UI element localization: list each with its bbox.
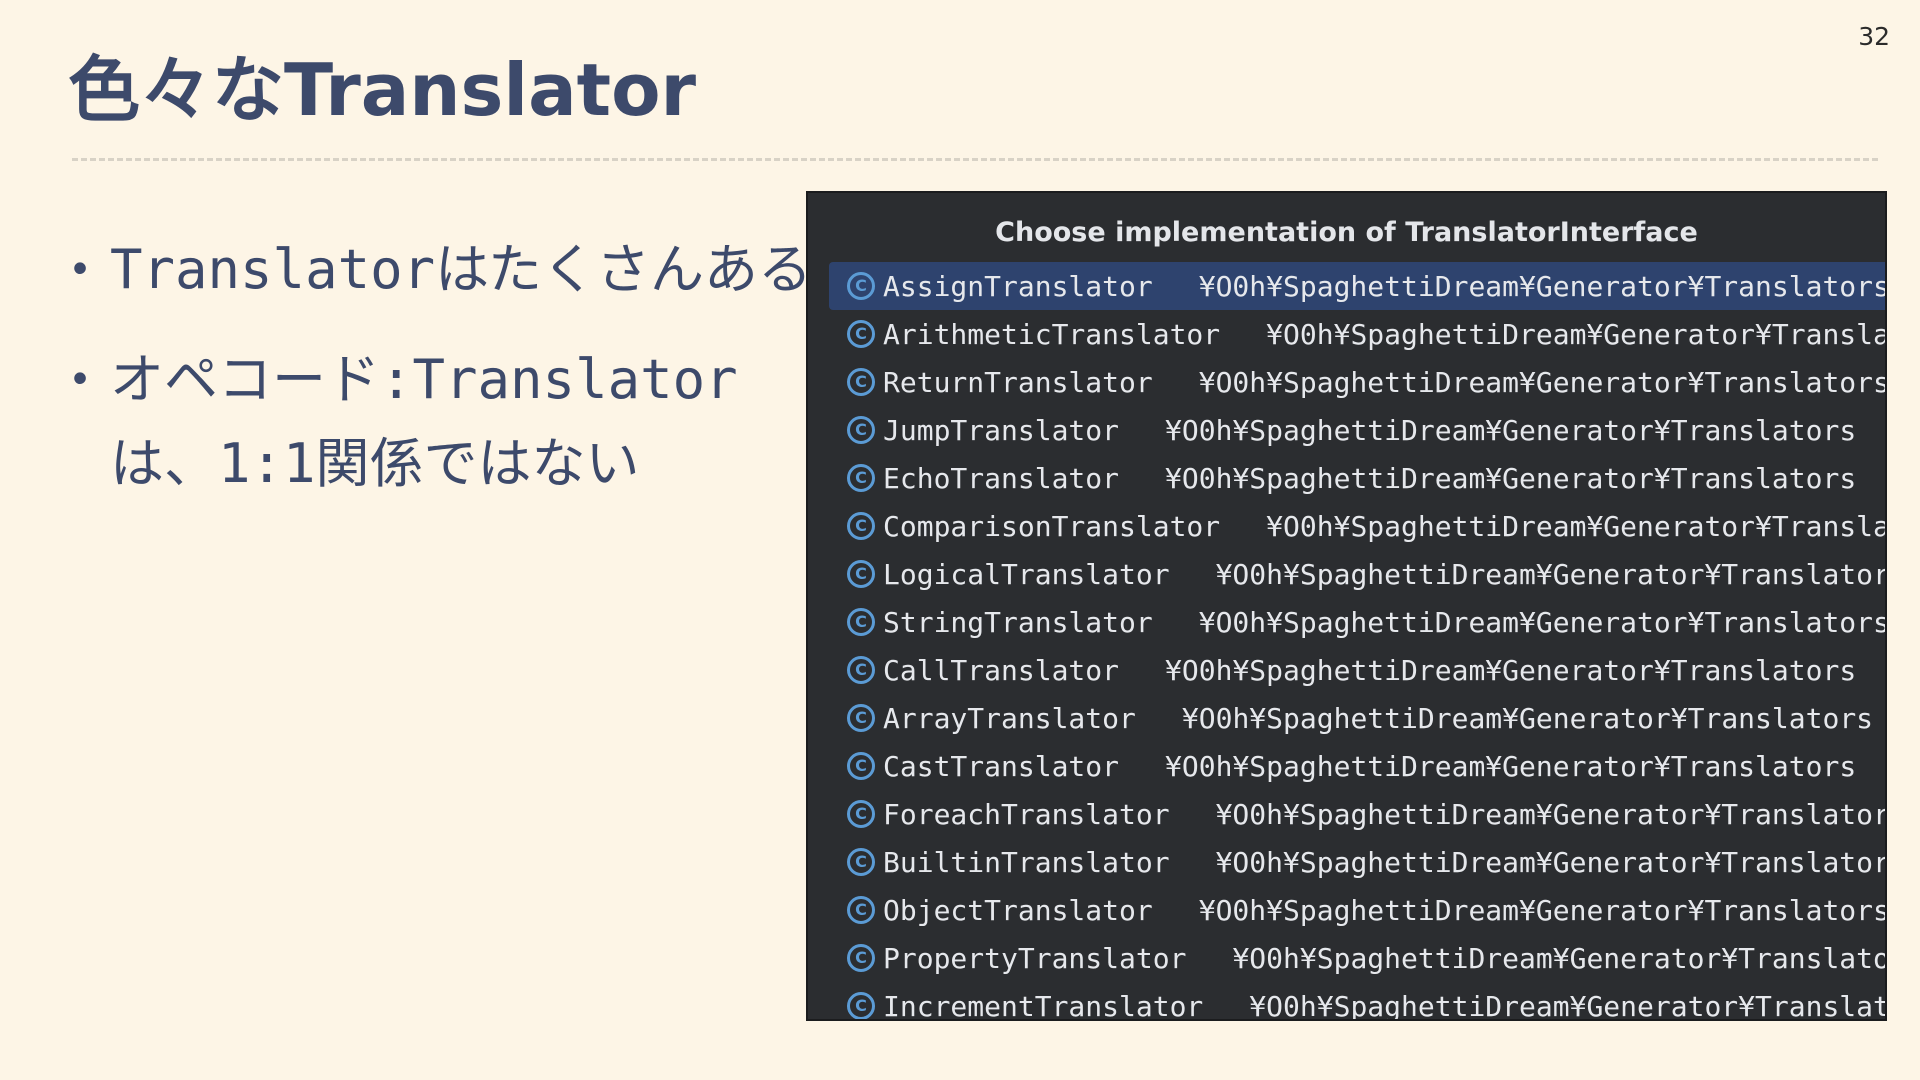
bullet-line: Translatorはたくさんある [110, 238, 813, 301]
implementation-list-item[interactable]: C ObjectTranslator ¥O0h¥SpaghettiDream¥Gen… [829, 886, 1885, 934]
implementation-list-item[interactable]: C ArrayTranslator ¥O0h¥SpaghettiDream¥Gene… [829, 694, 1885, 742]
implementation-list-item[interactable]: C LogicalTranslator ¥O0h¥SpaghettiDream¥Ge… [829, 550, 1885, 598]
class-icon: C [847, 608, 875, 636]
implementation-list-item[interactable]: C ComparisonTranslator ¥O0h¥SpaghettiDream… [829, 502, 1885, 550]
implementation-popup: Choose implementation of TranslatorInter… [806, 191, 1887, 1021]
class-namespace: ¥O0h¥SpaghettiDream¥Generator¥Translator… [1198, 269, 1887, 303]
class-namespace: ¥O0h¥SpaghettiDream¥Generator¥Translator… [1215, 557, 1887, 591]
class-name: CallTranslator [883, 653, 1120, 687]
class-namespace: ¥O0h¥SpaghettiDream¥Generator¥Translator… [1266, 509, 1885, 543]
class-icon: C [847, 752, 875, 780]
bullet-item: • Translatorはたくさんある [68, 228, 813, 312]
class-name: LogicalTranslator [883, 557, 1170, 591]
class-namespace: ¥O0h¥SpaghettiDream¥Generator¥Translator… [1165, 749, 1857, 783]
class-name: ArithmeticTranslator [883, 317, 1221, 351]
implementation-list-item[interactable]: C IncrementTranslator ¥O0h¥SpaghettiDream¥… [829, 982, 1887, 1021]
implementation-list-item[interactable]: C BuiltinTranslator ¥O0h¥SpaghettiDream¥Ge… [829, 838, 1885, 886]
class-namespace: ¥O0h¥SpaghettiDream¥Generator¥Translator… [1232, 941, 1887, 975]
class-icon: C [847, 368, 875, 396]
class-name: EchoTranslator [883, 461, 1120, 495]
implementation-list-item[interactable]: C ArithmeticTranslator ¥O0h¥SpaghettiDream… [829, 310, 1885, 358]
popup-title: Choose implementation of TranslatorInter… [995, 217, 1698, 248]
implementation-list-item[interactable]: C AssignTranslator ¥O0h¥SpaghettiDream¥Gen… [829, 262, 1885, 310]
bullet-dot: • [68, 247, 93, 293]
bullet-item: • オペコード:Translator は、1:1関係ではない [68, 338, 788, 506]
implementation-list-item[interactable]: C EchoTranslator ¥O0h¥SpaghettiDream¥Gener… [829, 454, 1885, 502]
implementation-list-item[interactable]: C JumpTranslator ¥O0h¥SpaghettiDream¥Gener… [829, 406, 1885, 454]
class-namespace: ¥O0h¥SpaghettiDream¥Generator¥Translator… [1181, 701, 1874, 735]
implementation-list-item[interactable]: C CallTranslator ¥O0h¥SpaghettiDream¥Gener… [829, 646, 1885, 694]
class-icon: C [847, 848, 875, 876]
class-icon: C [847, 944, 875, 972]
class-name: AssignTranslator [883, 269, 1153, 303]
class-name: PropertyTranslator [883, 941, 1187, 975]
class-name: BuiltinTranslator [883, 845, 1170, 879]
class-icon: C [847, 704, 875, 732]
class-icon: C [847, 656, 875, 684]
class-name: StringTranslator [883, 605, 1153, 639]
class-icon: C [847, 320, 875, 348]
bullet-line: は、1:1関係ではない [110, 432, 640, 495]
class-icon: C [847, 560, 875, 588]
class-name: ArrayTranslator [883, 701, 1136, 735]
implementation-list-item[interactable]: C CastTranslator ¥O0h¥SpaghettiDream¥Gener… [829, 742, 1885, 790]
class-icon: C [847, 992, 875, 1019]
bullet-dot: • [68, 357, 93, 403]
class-name: JumpTranslator [883, 413, 1120, 447]
class-icon: C [847, 416, 875, 444]
class-namespace: ¥O0h¥SpaghettiDream¥Generator¥Translator… [1165, 413, 1857, 447]
class-icon: C [847, 464, 875, 492]
class-namespace: ¥O0h¥SpaghettiDream¥Generator¥Translator… [1165, 461, 1857, 495]
implementation-list-item[interactable]: C StringTranslator ¥O0h¥SpaghettiDream¥Gen… [829, 598, 1885, 646]
class-name: ObjectTranslator [883, 893, 1153, 927]
class-icon: C [847, 896, 875, 924]
class-name: ForeachTranslator [883, 797, 1170, 831]
class-namespace: ¥O0h¥SpaghettiDream¥Generator¥Translator… [1165, 653, 1857, 687]
class-namespace: ¥O0h¥SpaghettiDream¥Generator¥Translator… [1249, 989, 1887, 1021]
bullet-list: • Translatorはたくさんある • オペコード:Translator は… [68, 228, 813, 532]
class-namespace: ¥O0h¥SpaghettiDream¥Generator¥Translator… [1266, 317, 1885, 351]
implementation-list-item[interactable]: C PropertyTranslator ¥O0h¥SpaghettiDream¥G… [829, 934, 1885, 982]
class-namespace: ¥O0h¥SpaghettiDream¥Generator¥Translator… [1215, 845, 1887, 879]
class-name: CastTranslator [883, 749, 1120, 783]
class-name: ReturnTranslator [883, 365, 1153, 399]
class-icon: C [847, 272, 875, 300]
class-name: ComparisonTranslator [883, 509, 1221, 543]
class-icon: C [847, 800, 875, 828]
class-namespace: ¥O0h¥SpaghettiDream¥Generator¥Translator… [1198, 365, 1887, 399]
class-namespace: ¥O0h¥SpaghettiDream¥Generator¥Translator… [1198, 893, 1887, 927]
class-namespace: ¥O0h¥SpaghettiDream¥Generator¥Translator… [1215, 797, 1887, 831]
page-number: 32 [1858, 22, 1890, 51]
implementation-list-item[interactable]: C ReturnTranslator ¥O0h¥SpaghettiDream¥Gen… [829, 358, 1885, 406]
bullet-line: オペコード:Translator [110, 348, 738, 411]
implementation-list-item[interactable]: C ForeachTranslator ¥O0h¥SpaghettiDream¥Ge… [829, 790, 1885, 838]
title-divider [72, 158, 1878, 161]
slide-title: 色々なTranslator [68, 48, 697, 132]
implementation-list: C AssignTranslator ¥O0h¥SpaghettiDream¥Gen… [829, 262, 1887, 1021]
class-icon: C [847, 512, 875, 540]
class-namespace: ¥O0h¥SpaghettiDream¥Generator¥Translator… [1198, 605, 1887, 639]
class-name: IncrementTranslator [883, 989, 1204, 1021]
